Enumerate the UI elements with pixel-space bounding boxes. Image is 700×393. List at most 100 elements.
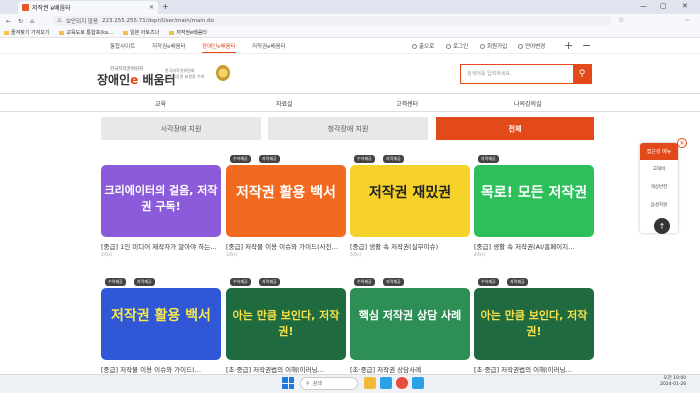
card-title[interactable]: [중급] 저작물 이용 이슈와 가이드(사진… (226, 241, 346, 251)
favicon-icon (22, 4, 29, 11)
badge-sign: 수어제공 (478, 278, 499, 286)
medal-icon (216, 65, 230, 81)
badge-sign: 수어제공 (354, 155, 375, 163)
maximize-icon[interactable]: ▢ (660, 2, 667, 10)
search-input[interactable]: 검색어를 입력하세요. (461, 65, 573, 83)
topnav-copyright[interactable]: 저작권e배움터 (152, 42, 186, 50)
course-card[interactable]: 저작권 재밌권 (350, 165, 470, 237)
windows-start-icon[interactable] (282, 377, 294, 389)
close-tab-icon[interactable]: ✕ (149, 4, 154, 11)
bookmark-item[interactable]: 교육도로 통합포(ka… (59, 29, 113, 36)
minimize-icon[interactable]: — (640, 2, 647, 10)
award-line: 교육부장관 표창장 수여 (165, 74, 205, 79)
app-icon[interactable] (412, 377, 424, 389)
course-card[interactable]: 저작권 활용 백서 (226, 165, 346, 237)
voice-button[interactable]: 음성지원 (640, 196, 678, 214)
course-card[interactable]: 핵심 저작권 상담 사례 (350, 288, 470, 360)
badge-sign: 수어제공 (230, 278, 251, 286)
tab-title: 저작권 e배움터 (32, 5, 71, 12)
card-art-text: 아는 만큼 보인다, 저작권! (480, 309, 588, 338)
browser-tab[interactable]: 저작권 e배움터 ✕ (18, 1, 158, 14)
invert-color-button[interactable]: 색상반전 (640, 178, 678, 196)
bookmark-item[interactable]: 일본 아토즈나 (123, 29, 159, 36)
close-window-icon[interactable]: ✕ (682, 2, 688, 10)
card-title[interactable]: [중급] 생활 속 저작권(AI/홈페이지… (474, 241, 594, 251)
new-tab-button[interactable]: + (162, 2, 169, 11)
url-field[interactable]: ⚠ 보안되지 않음 223.255.255.71/dspr/User/main/… (52, 16, 612, 26)
card-title[interactable]: [초·중급] 저작권법의 이해(이러닝… (226, 364, 346, 374)
url-text: 223.255.255.71/dspr/User/main/main.do (102, 18, 214, 24)
file-explorer-icon[interactable] (364, 377, 376, 389)
award-text: 한국저작권위원회 교육부장관 표창장 수여 (165, 68, 204, 80)
topnav-disabled[interactable]: 장애인e배움터 (202, 42, 236, 53)
minus-icon[interactable]: − (582, 39, 591, 52)
card-title[interactable]: [초·중급] 저작권법의 이해(이러닝… (474, 364, 594, 374)
search-button[interactable]: ⚲ (573, 65, 591, 83)
badge-caption: 자막제공 (134, 278, 155, 286)
home-icon[interactable]: ⌂ (30, 18, 34, 25)
scroll-top-icon[interactable]: ↑ (654, 218, 670, 234)
filter-hearing[interactable]: 청각장애 지원 (268, 117, 428, 140)
logo-text: 장애인 (97, 73, 131, 87)
badge-sign: 수어제공 (230, 155, 251, 163)
filter-visual[interactable]: 시각장애 지원 (101, 117, 261, 140)
high-contrast-button[interactable]: 고대비 (640, 160, 678, 178)
util-label: 로그인 (453, 44, 469, 50)
more-icon[interactable]: ⋯ (684, 16, 691, 24)
accessibility-menu-header: 접근성 메뉴 (640, 143, 678, 160)
menu-support[interactable]: 고객센터 (396, 99, 418, 108)
card-title[interactable]: [중급] 1인 미디어 제작자가 알아야 하는… (101, 241, 221, 251)
taskbar-clock[interactable]: 오전 10:00 2024-01-26 (660, 376, 686, 388)
bookmark-bar: 즐겨찾기 가져오기 교육도로 통합포(ka… 일본 아토즈나 저작권e배움터 (0, 28, 700, 38)
card-meta: 3차시 (226, 253, 238, 258)
menu-my-class[interactable]: 나의강의실 (514, 99, 542, 108)
site-logo[interactable]: 장애인e 배움터 (97, 71, 176, 88)
badge-caption: 자막제공 (478, 155, 499, 163)
badge-sign: 수어제공 (354, 278, 375, 286)
card-art-text: 핵심 저작권 상담 사례 (358, 309, 462, 322)
bookmark-item[interactable]: 저작권e배움터 (169, 29, 207, 36)
badge-caption: 자막제공 (383, 278, 404, 286)
taskbar-search-label: 검색 (312, 381, 322, 387)
card-title[interactable]: [중급] 생활 속 저작권(실무이슈) (350, 241, 470, 251)
bookmark-item[interactable]: 즐겨찾기 가져오기 (4, 29, 49, 36)
taskbar-search[interactable]: ⚲ 검색 (300, 377, 358, 390)
chrome-icon[interactable] (396, 377, 408, 389)
badge-caption: 자막제공 (383, 155, 404, 163)
course-card[interactable]: 아는 만큼 보인다, 저작권! (226, 288, 346, 360)
topnav-integrated[interactable]: 통합사이트 (110, 42, 135, 50)
card-title[interactable]: [초·중급] 저작권 상담사례 (350, 364, 470, 374)
user-icon (480, 43, 485, 49)
plus-icon[interactable]: + (564, 39, 573, 52)
date-text: 2024-01-26 (660, 382, 687, 387)
util-label: 언어변경 (525, 44, 546, 50)
refresh-icon[interactable]: ↻ (18, 18, 23, 25)
card-title[interactable]: [중급] 저작물 이용 이슈와 가이드(… (101, 364, 221, 374)
course-card[interactable]: 크리에이터의 걸음, 저작권 구독! (101, 165, 221, 237)
signup-link[interactable]: 회원가입 (480, 42, 507, 50)
language-link[interactable]: 언어변경 (518, 42, 545, 50)
util-label: 회원가입 (487, 44, 508, 50)
course-card[interactable]: 저작권 활용 백서 (101, 288, 221, 360)
close-icon[interactable]: ✕ (677, 138, 687, 148)
security-label: 보안되지 않음 (65, 19, 99, 25)
login-link[interactable]: 로그인 (446, 42, 468, 50)
card-art-text: 저작권 활용 백서 (111, 308, 211, 324)
star-icon[interactable]: ☆ (618, 16, 624, 24)
search-icon: ⚲ (578, 69, 586, 79)
warning-icon: ⚠ (57, 18, 62, 24)
menu-education[interactable]: 교육 (155, 99, 166, 108)
back-icon[interactable]: ← (6, 18, 11, 25)
util-link[interactable]: 출으로 (412, 42, 434, 50)
badge-sign: 수어제공 (105, 278, 126, 286)
search-icon: ⚲ (306, 380, 310, 387)
card-meta: 2차시 (101, 253, 113, 258)
filter-all[interactable]: 전체 (436, 117, 594, 140)
edge-icon[interactable] (380, 377, 392, 389)
course-card[interactable]: 목로! 모든 저작권 (474, 165, 594, 237)
card-art-text: 저작권 재밌권 (368, 185, 452, 201)
topnav-copyright-2[interactable]: 저작권e배움터 (252, 42, 286, 50)
card-art-text: 아는 만큼 보인다, 저작권! (232, 309, 340, 338)
course-card[interactable]: 아는 만큼 보인다, 저작권! (474, 288, 594, 360)
menu-resources[interactable]: 자료실 (276, 99, 293, 108)
